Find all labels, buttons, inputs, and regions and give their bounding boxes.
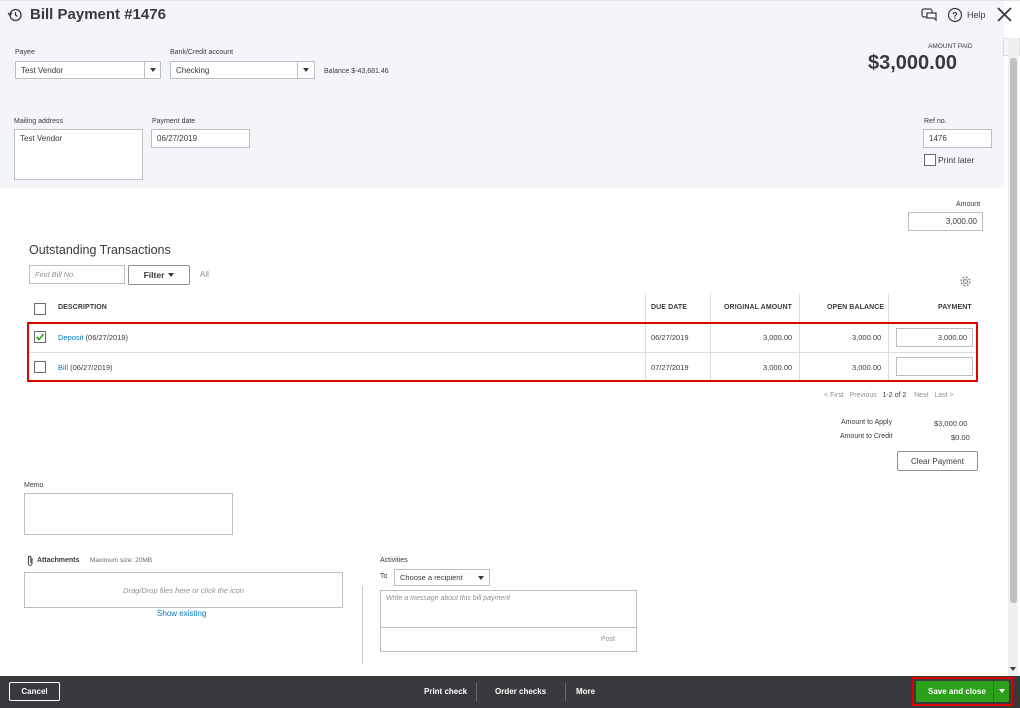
ref-no-label: Ref no. (924, 118, 947, 125)
chevron-down-icon (149, 68, 156, 72)
save-options-divider (993, 681, 994, 702)
activity-message-input[interactable]: Write a message about this bill payment (380, 590, 637, 628)
balance-text: Balance $-43,681.46 (324, 68, 389, 75)
pagination: < First Previous 1-2 of 2 Next Last > (824, 392, 954, 399)
find-bill-input[interactable]: Find Bill No. (29, 265, 125, 284)
amount-paid-value: $3,000.00 (868, 52, 957, 74)
attachments-dropzone[interactable]: Drag/Drop files here or click the icon (24, 572, 343, 608)
svg-text:?: ? (952, 11, 958, 21)
activities-label: Activities (380, 557, 408, 564)
pagination-last[interactable]: Last > (934, 392, 953, 399)
recipient-value: Choose a recipient (400, 573, 463, 582)
attachments-max-size: Maximum size: 20MB (90, 557, 153, 564)
filter-all-label: All (200, 270, 209, 279)
top-divider (0, 0, 1020, 1)
print-later-label[interactable]: Print later (938, 155, 974, 165)
attachments-label: Attachments (37, 557, 80, 564)
pagination-previous[interactable]: Previous (849, 392, 876, 399)
bank-account-select[interactable]: Checking (170, 61, 298, 79)
col-due-date: DUE DATE (651, 304, 688, 311)
scrollbar-thumb[interactable] (1010, 58, 1017, 603)
close-icon[interactable] (996, 6, 1013, 23)
history-icon[interactable] (7, 7, 23, 23)
save-options-dropdown-icon[interactable] (999, 689, 1005, 693)
col-description: DESCRIPTION (58, 304, 107, 311)
header-panel (0, 0, 1004, 188)
settings-gear-icon[interactable] (959, 275, 972, 288)
highlight-rows-box (27, 322, 978, 382)
col-original-amount: ORIGINAL AMOUNT (724, 304, 792, 311)
filter-label: Filter (143, 270, 165, 280)
recipient-select[interactable]: Choose a recipient (394, 569, 490, 586)
ref-no-input[interactable]: 1476 (923, 129, 992, 148)
amount-paid-label: AMOUNT PAID (928, 43, 973, 50)
pagination-first[interactable]: < First (824, 392, 844, 399)
order-checks-button[interactable]: Order checks (495, 687, 546, 696)
print-check-button[interactable]: Print check (424, 687, 467, 696)
cancel-button[interactable]: Cancel (9, 682, 60, 701)
pagination-next[interactable]: Next (914, 392, 928, 399)
footer-divider (565, 683, 566, 701)
select-all-checkbox[interactable] (34, 303, 46, 315)
bank-label: Bank/Credit account (170, 49, 234, 56)
pagination-range: 1-2 of 2 (882, 392, 907, 399)
payee-dropdown-button[interactable] (145, 61, 161, 79)
section-title: Outstanding Transactions (29, 243, 171, 257)
show-existing-link[interactable]: Show existing (157, 609, 206, 618)
help-label[interactable]: Help (967, 10, 986, 20)
post-button[interactable]: Post (601, 636, 615, 643)
amount-to-credit-value: $0.00 (951, 433, 970, 442)
save-and-close-label: Save and close (928, 687, 986, 696)
section-divider (362, 586, 363, 664)
mailing-address-label: Mailing address (14, 118, 64, 125)
memo-textarea[interactable] (24, 493, 233, 535)
paperclip-icon[interactable] (26, 555, 35, 567)
amount-label: Amount (956, 201, 981, 208)
payment-date-input[interactable]: 06/27/2019 (151, 129, 250, 148)
footer-divider (476, 683, 477, 701)
payment-date-label: Payment date (152, 118, 196, 125)
amount-to-apply-label: Amount to Apply (841, 419, 892, 426)
col-payment: PAYMENT (938, 304, 972, 311)
amount-to-apply-value: $3,000.00 (934, 419, 968, 428)
scroll-down-arrow-icon[interactable] (1009, 665, 1017, 673)
page-title: Bill Payment #1476 (30, 6, 166, 23)
save-and-close-button[interactable]: Save and close (916, 681, 1009, 702)
activity-post-bar: Post (380, 628, 637, 652)
recipient-to-label: To (380, 573, 388, 580)
mailing-address-textarea[interactable]: Test Vendor (14, 129, 143, 180)
feedback-icon[interactable] (921, 7, 938, 23)
print-later-checkbox[interactable] (924, 154, 936, 166)
filter-button[interactable]: Filter (128, 265, 190, 285)
chevron-down-icon (168, 273, 175, 277)
amount-input[interactable]: 3,000.00 (908, 212, 983, 231)
clear-payment-button[interactable]: Clear Payment (897, 451, 978, 471)
bank-dropdown-button[interactable] (298, 61, 315, 79)
chevron-down-icon (478, 575, 484, 580)
payee-label: Payee (15, 49, 35, 56)
col-open-balance: OPEN BALANCE (827, 304, 885, 311)
help-icon[interactable]: ? (947, 7, 963, 23)
more-button[interactable]: More (576, 687, 595, 696)
memo-label: Memo (24, 482, 44, 489)
payee-select[interactable]: Test Vendor (15, 61, 145, 79)
amount-to-credit-label: Amount to Credit (840, 433, 893, 440)
chevron-down-icon (303, 68, 309, 72)
